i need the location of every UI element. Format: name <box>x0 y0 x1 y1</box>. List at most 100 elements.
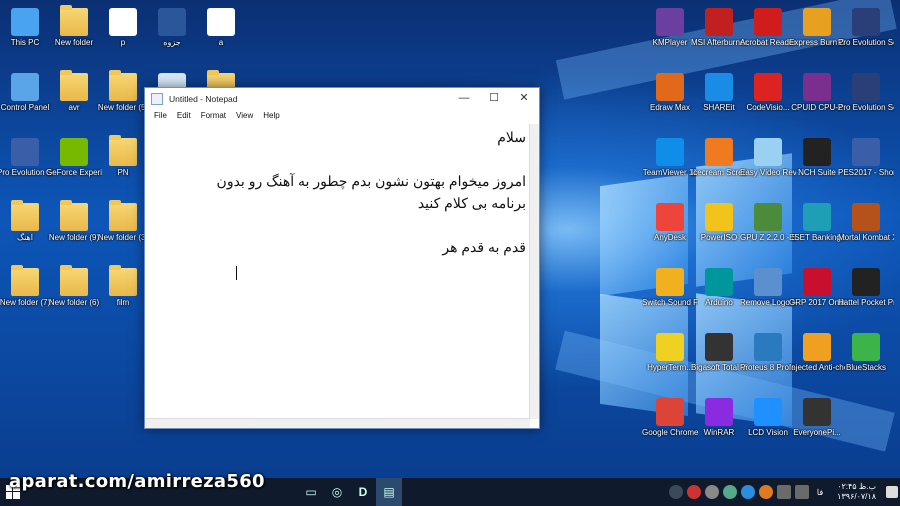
desktop-icon[interactable]: PN <box>95 134 151 196</box>
gpuz-icon <box>754 203 782 231</box>
language-indicator[interactable]: فا <box>817 488 823 497</box>
desktop-icon[interactable]: Google Chrome <box>642 394 698 456</box>
desktop-icon[interactable]: avr <box>46 69 102 131</box>
anydesk-icon <box>656 203 684 231</box>
notification-icon[interactable] <box>886 486 898 498</box>
desktop-icon[interactable]: CodeVisio... <box>740 69 796 131</box>
menu-format[interactable]: Format <box>196 109 231 123</box>
notepad-titlebar[interactable]: Untitled - Notepad — ☐ ✕ <box>145 88 539 109</box>
desktop-icon[interactable]: KMPlayer <box>642 4 698 66</box>
tray-app-icon[interactable] <box>722 485 737 499</box>
obs-taskbar-icon[interactable]: ◎ <box>324 478 350 506</box>
desktop-icon[interactable]: a <box>193 4 249 66</box>
desktop-icon-label: جزوه <box>163 38 181 47</box>
menu-file[interactable]: File <box>149 109 172 123</box>
tray-arrow-icon[interactable] <box>668 485 683 499</box>
desktop-icon[interactable]: New folder (5) <box>95 69 151 131</box>
desktop-icon-label: film <box>116 298 130 307</box>
text-editor-area[interactable]: سلام امروز میخوام بهتون نشون بدم چطور به… <box>145 124 530 419</box>
folder-icon <box>60 5 88 36</box>
menu-help[interactable]: Help <box>258 109 284 123</box>
app-d-taskbar-icon[interactable]: D <box>350 478 376 506</box>
desktop-icon[interactable]: New folder <box>46 4 102 66</box>
desktop-icon[interactable]: Arduino <box>691 264 747 326</box>
icecream-icon <box>705 138 733 166</box>
desktop-icon[interactable]: EveryonePi... <box>789 394 845 456</box>
folder-icon <box>109 135 137 166</box>
desktop-icon[interactable]: LCD Vision <box>740 394 796 456</box>
cmd-taskbar-icon[interactable]: ▭ <box>298 478 324 506</box>
tray-app-icon[interactable] <box>740 485 755 499</box>
desktop-icon[interactable]: Bigasoft Total Vide... <box>691 329 747 391</box>
desktop-icon[interactable]: PES2017 - Shortcut <box>838 134 894 196</box>
network-icon[interactable] <box>794 485 809 499</box>
pes-icon <box>852 73 880 101</box>
desktop-icon-label: Google Chrome <box>642 428 698 437</box>
desktop-icon-label: Bigasoft Total Vide... <box>691 363 747 372</box>
control-panel-icon <box>11 73 39 101</box>
desktop-icon-label: p <box>120 38 126 47</box>
desktop-icon[interactable]: SHAREit <box>691 69 747 131</box>
desktop-icon[interactable]: BlueStacks <box>838 329 894 391</box>
desktop-icon[interactable]: Mortal Kombat XL <box>838 199 894 261</box>
desktop-icon[interactable]: AnyDesk <box>642 199 698 261</box>
horizontal-scrollbar[interactable] <box>145 418 530 428</box>
text-line: امروز میخوام بهتون نشون بدم چطور به آهنگ… <box>216 173 526 189</box>
text-line: قدم به قدم هر <box>442 239 526 255</box>
menu-edit[interactable]: Edit <box>172 109 196 123</box>
desktop-icon-label: Easy Video Reverser <box>740 168 796 177</box>
desktop-icon[interactable]: GPU Z 2.2.0 - Shortcut <box>740 199 796 261</box>
desktop-icon[interactable]: Proteus 8 Professional <box>740 329 796 391</box>
tray-app-icon[interactable] <box>758 485 773 499</box>
desktop-icon[interactable]: New folder (3) <box>95 199 151 261</box>
desktop-icon[interactable]: جزوه <box>144 4 200 66</box>
folder-icon <box>109 70 137 101</box>
desktop-icon[interactable]: Edraw Max <box>642 69 698 131</box>
desktop-icon[interactable]: Icecream Screen ... <box>691 134 747 196</box>
clock-time: ب.ظ ۰۲:۴۵ <box>837 482 876 491</box>
desktop-icon[interactable]: Easy Video Reverser <box>740 134 796 196</box>
vertical-scrollbar[interactable] <box>529 124 539 419</box>
desktop-icon[interactable]: film <box>95 264 151 326</box>
tray-app-icon[interactable] <box>704 485 719 499</box>
clock[interactable]: ب.ظ ۰۲:۴۵ ۱۳۹۶/۰۷/۱۸ <box>837 482 876 502</box>
notepad-window[interactable]: Untitled - Notepad — ☐ ✕ File Edit Forma… <box>144 87 540 429</box>
desktop-icon[interactable]: TeamViewer 11 <box>642 134 698 196</box>
desktop-icon-label: PN <box>117 168 129 177</box>
desktop-icon[interactable]: Remove Logo Now! <box>740 264 796 326</box>
this-pc-icon <box>11 8 39 36</box>
desktop-icon[interactable]: GeForce Experience <box>46 134 102 196</box>
desktop-icon-label: a <box>218 38 224 47</box>
desktop-icon[interactable]: p <box>95 4 151 66</box>
close-button[interactable]: ✕ <box>509 88 539 109</box>
desktop-icon[interactable]: WinRAR <box>691 394 747 456</box>
grp-icon <box>803 268 831 296</box>
poweriso-icon <box>705 203 733 231</box>
desktop-icon[interactable]: Express Burn Disc Burni... <box>789 4 845 66</box>
desktop-icon[interactable]: PowerISO <box>691 199 747 261</box>
desktop-icon[interactable]: New folder (6) <box>46 264 102 326</box>
desktop-icon[interactable]: CPUID CPU-Z <box>789 69 845 131</box>
desktop-icon[interactable]: ESET Banking & Payment... <box>789 199 845 261</box>
desktop-icon[interactable]: New folder (9) <box>46 199 102 261</box>
folder-icon <box>60 265 88 296</box>
desktop-icon[interactable]: GRP 2017 Online <box>789 264 845 326</box>
desktop-icon[interactable]: Hattel Pocket Programmer <box>838 264 894 326</box>
desktop-icon[interactable]: Pro Evolution Soccer 2018... <box>838 69 894 131</box>
desktop-icon[interactable]: HyperTerm... <box>642 329 698 391</box>
minimize-button[interactable]: — <box>449 88 479 109</box>
desktop-icon[interactable]: NCH Suite <box>789 134 845 196</box>
desktop-icon[interactable]: MSI Afterburner <box>691 4 747 66</box>
desktop-icon[interactable]: Acrobat Reader DC <box>740 4 796 66</box>
desktop-icon[interactable]: Injected Anti-cheat <box>789 329 845 391</box>
maximize-button[interactable]: ☐ <box>479 88 509 109</box>
desktop-icon-label: avr <box>68 103 80 112</box>
menu-view[interactable]: View <box>231 109 258 123</box>
desktop-icon[interactable]: Pro Evolution Soccer 2018... <box>838 4 894 66</box>
desktop-icon[interactable]: Switch Sound Fi... <box>642 264 698 326</box>
notepad-taskbar-icon[interactable]: ▤ <box>376 478 402 506</box>
mortal-kombat-icon <box>852 203 880 231</box>
battery-icon[interactable] <box>776 485 791 499</box>
tray-record-icon[interactable] <box>686 485 701 499</box>
desktop-icon-label: TeamViewer 11 <box>642 168 698 177</box>
